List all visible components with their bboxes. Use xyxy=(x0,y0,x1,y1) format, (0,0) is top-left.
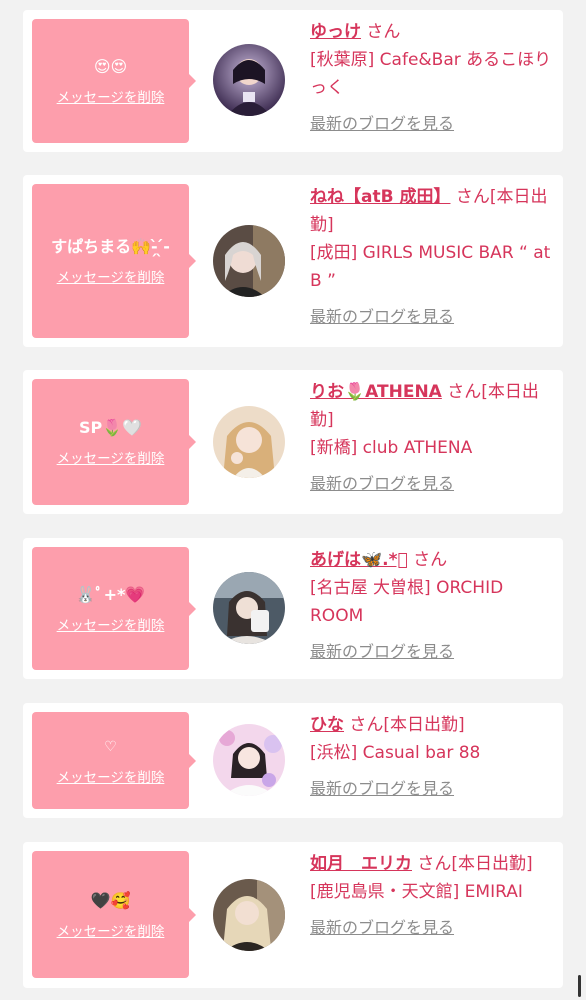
delete-message-link[interactable]: メッセージを削除 xyxy=(57,614,165,634)
cast-name-link[interactable]: ひな xyxy=(310,715,344,735)
favorite-card: 😍😍 メッセージを削除 ゆっけ さん [秋葉原] Cafe&Bar あるこほりっ… xyxy=(23,10,563,152)
shop-name: [名古屋 大曽根] ORCHID ROOM xyxy=(310,578,504,626)
cast-name-link[interactable]: 如月 エリカ xyxy=(310,854,412,874)
delete-message-link[interactable]: メッセージを削除 xyxy=(57,86,165,106)
favorite-card: ♡ メッセージを削除 ひな さん[本日出勤] [浜松] Casual bar 8… xyxy=(23,703,563,818)
latest-blog-link[interactable]: 最新のブログを見る xyxy=(310,914,555,942)
favorite-card: すぱちまる🙌-̗̀ ̖́- メッセージを削除 ねね【atB 成田】 さん[本日出… xyxy=(23,175,563,347)
favorite-card: 🖤🥰 メッセージを削除 如月 エリカ さん[本日出勤] [鹿児島県・天文館] E… xyxy=(23,842,563,988)
latest-blog-link[interactable]: 最新のブログを見る xyxy=(310,110,555,138)
message-bubble: 😍😍 メッセージを削除 xyxy=(32,19,196,143)
shop-name: [秋葉原] Cafe&Bar あるこほりっく xyxy=(310,50,552,98)
cast-info: ねね【atB 成田】 さん[本日出勤] [成田] GIRLS MUSIC BAR… xyxy=(310,183,555,331)
cast-name-line: ひな さん[本日出勤] xyxy=(310,711,555,739)
avatar[interactable] xyxy=(213,879,285,951)
latest-blog-link[interactable]: 最新のブログを見る xyxy=(310,638,555,666)
cast-name-link[interactable]: りお🌷ATHENA xyxy=(310,382,442,402)
avatar[interactable] xyxy=(213,44,285,116)
message-bubble: SP🌷🤍 メッセージを削除 xyxy=(32,379,196,505)
cast-name-line: ゆっけ さん xyxy=(310,18,555,46)
avatar[interactable] xyxy=(213,406,285,478)
cast-info: りお🌷ATHENA さん[本日出勤] [新橋] club ATHENA 最新のブ… xyxy=(310,378,555,498)
shop-name: [成田] GIRLS MUSIC BAR “ at B ” xyxy=(310,243,551,291)
message-bubble: 🐰ﾟ+*💗 メッセージを削除 xyxy=(32,547,196,670)
message-bubble: すぱちまる🙌-̗̀ ̖́- メッセージを削除 xyxy=(32,184,196,338)
delete-message-link[interactable]: メッセージを削除 xyxy=(57,447,165,467)
san-suffix: さん xyxy=(407,550,448,570)
shop-name: [新橋] club ATHENA xyxy=(310,438,473,458)
cast-name-link[interactable]: あげは🦋.*ﾟ xyxy=(310,550,408,570)
message-text: すぱちまる🙌-̗̀ ̖́- xyxy=(51,237,170,256)
cast-name-link[interactable]: ゆっけ xyxy=(310,22,361,42)
shop-name: [鹿児島県・天文館] EMIRAI xyxy=(310,882,523,902)
cast-name-line: 如月 エリカ さん[本日出勤] xyxy=(310,850,555,878)
san-suffix: さん xyxy=(361,22,401,42)
favorite-card: SP🌷🤍 メッセージを削除 りお🌷ATHENA さん[本日出勤] [新橋] cl… xyxy=(23,370,563,514)
message-text: 🐰ﾟ+*💗 xyxy=(75,584,146,604)
cast-info: ひな さん[本日出勤] [浜松] Casual bar 88 最新のブログを見る xyxy=(310,711,555,803)
message-text: 🖤🥰 xyxy=(90,890,131,910)
cast-name-line: ねね【atB 成田】 さん[本日出勤] xyxy=(310,183,555,239)
cast-info: ゆっけ さん [秋葉原] Cafe&Bar あるこほりっく 最新のブログを見る xyxy=(310,18,555,138)
cast-name-link[interactable]: ねね【atB 成田】 xyxy=(310,187,450,207)
message-bubble: ♡ メッセージを削除 xyxy=(32,712,196,809)
avatar[interactable] xyxy=(213,225,285,297)
latest-blog-link[interactable]: 最新のブログを見る xyxy=(310,470,555,498)
delete-message-link[interactable]: メッセージを削除 xyxy=(57,766,165,786)
latest-blog-link[interactable]: 最新のブログを見る xyxy=(310,303,555,331)
delete-message-link[interactable]: メッセージを削除 xyxy=(57,920,165,940)
message-bubble: 🖤🥰 メッセージを削除 xyxy=(32,851,196,978)
san-suffix: さん[本日出勤] xyxy=(412,854,533,874)
shop-name: [浜松] Casual bar 88 xyxy=(310,743,481,763)
avatar[interactable] xyxy=(213,724,285,796)
favorite-card: 🐰ﾟ+*💗 メッセージを削除 あげは🦋.*ﾟ さん [名古屋 大曽根] ORCH… xyxy=(23,538,563,679)
san-suffix: さん[本日出勤] xyxy=(344,715,465,735)
cast-name-line: あげは🦋.*ﾟ さん xyxy=(310,546,555,574)
cast-name-line: りお🌷ATHENA さん[本日出勤] xyxy=(310,378,555,434)
message-text: 😍😍 xyxy=(93,57,128,76)
delete-message-link[interactable]: メッセージを削除 xyxy=(57,266,165,286)
cast-info: 如月 エリカ さん[本日出勤] [鹿児島県・天文館] EMIRAI 最新のブログ… xyxy=(310,850,555,942)
message-text: ♡ xyxy=(104,738,117,755)
scrollbar[interactable] xyxy=(578,975,581,997)
message-text: SP🌷🤍 xyxy=(78,418,143,437)
cast-info: あげは🦋.*ﾟ さん [名古屋 大曽根] ORCHID ROOM 最新のブログを… xyxy=(310,546,555,666)
latest-blog-link[interactable]: 最新のブログを見る xyxy=(310,775,555,803)
avatar[interactable] xyxy=(213,572,285,644)
